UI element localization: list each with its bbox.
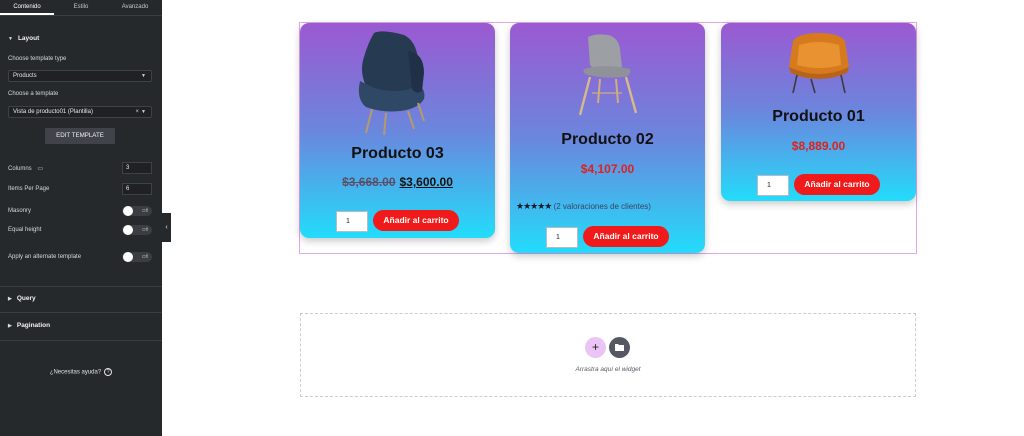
items-per-page-row: Items Per Page 6 (8, 183, 152, 195)
columns-input[interactable]: 3 (122, 162, 152, 174)
caret-down-icon: ▼ (8, 35, 13, 42)
product-card[interactable]: Producto 03 $3,668.00 $3,600.00 1 Añadir … (300, 23, 495, 238)
desktop-icon: ▭ (37, 165, 44, 172)
toggle-off-label: Off (142, 208, 148, 213)
plus-icon: + (591, 340, 599, 354)
alternate-template-row: Apply an alternate template Off (8, 252, 152, 262)
grey-dining-chair-image (578, 34, 638, 116)
quantity-input[interactable]: 1 (336, 211, 368, 232)
chevron-down-icon: ▼ (141, 109, 146, 115)
caret-right-icon: ▶ (8, 295, 12, 302)
toggle-knob (123, 252, 133, 262)
template-value: Vista de producto01 (Plantilla) (13, 109, 93, 115)
panel-tabs: Contenido Estilo Avanzado (0, 0, 162, 16)
pagination-section-header[interactable]: ▶ Pagination (0, 322, 58, 329)
rating-count[interactable]: (2 valoraciones de clientes) (554, 202, 651, 211)
toggle-knob (123, 225, 133, 235)
columns-label-text: Columns (8, 165, 32, 172)
panel-collapse-handle[interactable]: ‹ (162, 213, 171, 242)
dropzone-hint: Arrastra aquí el widget (575, 366, 641, 373)
tab-avanzado[interactable]: Avanzado (108, 0, 162, 15)
items-per-page-label: Items Per Page (8, 186, 50, 192)
question-icon: ? (104, 368, 113, 376)
add-to-cart-button[interactable]: Añadir al carrito (583, 226, 669, 247)
tab-estilo[interactable]: Estilo (54, 0, 108, 15)
layout-section-title: Layout (17, 35, 40, 42)
pagination-section-title: Pagination (16, 322, 51, 329)
template-type-select[interactable]: Products ▼ (8, 70, 152, 82)
masonry-label: Masonry (8, 208, 32, 214)
layout-section-header[interactable]: ▼ Layout (0, 35, 47, 42)
product-name[interactable]: Producto 01 (721, 108, 916, 126)
masonry-toggle[interactable]: Off (122, 206, 152, 216)
product-card[interactable]: Producto 02 $4,107.00 ★★★★★ (2 valoracio… (510, 23, 705, 253)
equal-height-label: Equal height (8, 227, 42, 233)
equal-height-row: Equal height Off (8, 225, 152, 235)
template-select[interactable]: Vista de producto01 (Plantilla) × ▼ (8, 106, 152, 118)
query-section-title: Query (16, 295, 36, 302)
product-name[interactable]: Producto 03 (300, 145, 495, 163)
editor-panel: Contenido Estilo Avanzado ▼ Layout Choos… (0, 0, 162, 436)
divider (0, 340, 162, 341)
widget-dropzone[interactable] (300, 313, 916, 397)
columns-label: Columns ▭ (8, 165, 43, 172)
product-rating: ★★★★★ (2 valoraciones de clientes) (516, 201, 651, 212)
product-price: $3,668.00 $3,600.00 (300, 175, 495, 189)
chevron-down-icon: ▼ (141, 73, 146, 79)
caret-right-icon: ▶ (8, 322, 12, 329)
product-name[interactable]: Producto 02 (510, 131, 705, 149)
clear-icon[interactable]: × (135, 107, 139, 117)
product-card[interactable]: Producto 01 $8,889.00 1 Añadir al carrit… (721, 23, 916, 201)
chevron-left-icon: ‹ (165, 224, 168, 231)
columns-row: Columns ▭ 3 (8, 162, 152, 174)
folder-icon (615, 344, 624, 351)
alternate-template-toggle[interactable]: Off (122, 252, 152, 262)
star-rating-icon: ★★★★★ (516, 201, 552, 211)
edit-template-button[interactable]: EDIT TEMPLATE (45, 128, 115, 144)
toggle-knob (123, 206, 133, 216)
alternate-template-label: Apply an alternate template (8, 254, 82, 260)
add-to-cart-button[interactable]: Añadir al carrito (794, 174, 880, 195)
masonry-row: Masonry Off (8, 206, 152, 216)
old-price: $3,668.00 (342, 175, 396, 189)
orange-armchair-image (789, 33, 849, 94)
template-type-label-row: Choose template type (8, 56, 152, 62)
items-per-page-input[interactable]: 6 (122, 183, 152, 195)
divider (0, 312, 162, 313)
toggle-off-label: Off (142, 254, 148, 259)
template-library-button[interactable] (609, 337, 630, 358)
product-price: $4,107.00 (580, 162, 635, 176)
toggle-off-label: Off (142, 227, 148, 232)
sale-price: $3,600.00 (399, 175, 453, 189)
template-label: Choose a template (8, 91, 59, 97)
help-link[interactable]: ¿Necesitas ayuda?? (0, 368, 162, 376)
quantity-input[interactable]: 1 (546, 227, 578, 248)
add-section-button[interactable]: + (585, 337, 606, 358)
help-text: ¿Necesitas ayuda? (49, 369, 102, 376)
quantity-input[interactable]: 1 (757, 175, 789, 196)
product-price: $8,889.00 (791, 139, 846, 153)
template-label-row: Choose a template (8, 91, 152, 97)
template-type-label: Choose template type (8, 56, 67, 62)
tab-contenido[interactable]: Contenido (0, 0, 54, 15)
template-type-value: Products (13, 73, 37, 79)
blue-armchair-image (358, 31, 425, 136)
divider (0, 286, 162, 287)
add-to-cart-button[interactable]: Añadir al carrito (373, 210, 459, 231)
query-section-header[interactable]: ▶ Query (0, 295, 44, 302)
equal-height-toggle[interactable]: Off (122, 225, 152, 235)
